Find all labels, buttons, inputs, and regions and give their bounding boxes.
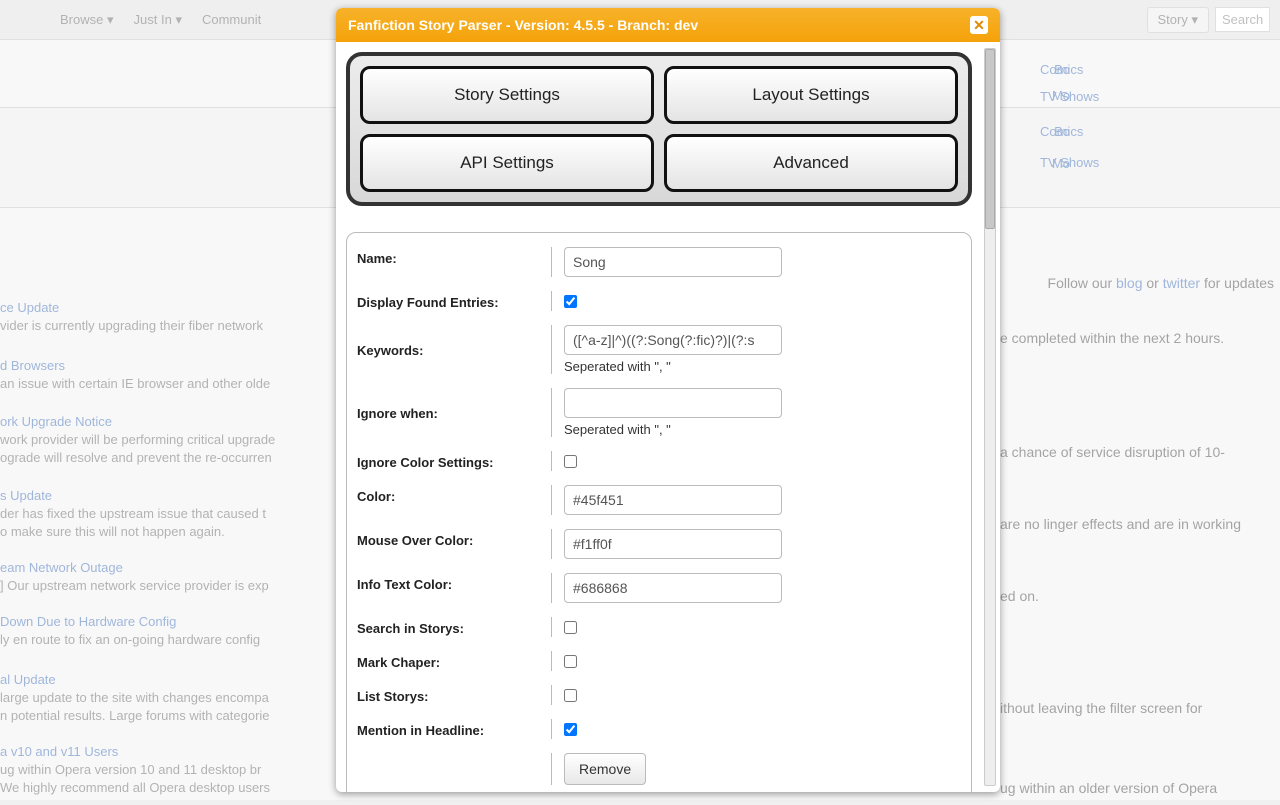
tab-panel: Story Settings Layout Settings API Setti… bbox=[346, 52, 972, 206]
ignore-when-input[interactable] bbox=[564, 388, 782, 418]
label-display-found: Display Found Entries: bbox=[357, 291, 547, 310]
modal-scrollbar[interactable] bbox=[984, 48, 996, 786]
display-found-checkbox[interactable] bbox=[564, 295, 577, 308]
name-input[interactable] bbox=[564, 247, 782, 277]
list-storys-checkbox[interactable] bbox=[564, 689, 577, 702]
scrollbar-thumb[interactable] bbox=[985, 49, 995, 229]
settings-modal: Fanfiction Story Parser - Version: 4.5.5… bbox=[336, 8, 1000, 792]
label-name: Name: bbox=[357, 247, 547, 266]
remove-button[interactable]: Remove bbox=[564, 753, 646, 785]
label-color: Color: bbox=[357, 485, 547, 504]
ignore-color-checkbox[interactable] bbox=[564, 455, 577, 468]
label-ignore-color: Ignore Color Settings: bbox=[357, 451, 547, 470]
ignore-when-hint: Seperated with ", " bbox=[564, 422, 961, 437]
label-mention-headline: Mention in Headline: bbox=[357, 719, 547, 738]
label-list-storys: List Storys: bbox=[357, 685, 547, 704]
tab-advanced[interactable]: Advanced bbox=[664, 134, 958, 192]
label-search-storys: Search in Storys: bbox=[357, 617, 547, 636]
label-mark-chapter: Mark Chaper: bbox=[357, 651, 547, 670]
tab-story-settings[interactable]: Story Settings bbox=[360, 66, 654, 124]
mention-headline-checkbox[interactable] bbox=[564, 723, 577, 736]
label-keywords: Keywords: bbox=[357, 325, 547, 358]
tab-layout-settings[interactable]: Layout Settings bbox=[664, 66, 958, 124]
settings-body: Name: Display Found Entries: Keywords: S… bbox=[346, 232, 972, 792]
mark-chapter-checkbox[interactable] bbox=[564, 655, 577, 668]
label-ignore-when: Ignore when: bbox=[357, 388, 547, 421]
close-icon[interactable]: ✕ bbox=[970, 16, 988, 34]
label-mouseover: Mouse Over Color: bbox=[357, 529, 547, 548]
modal-title-text: Fanfiction Story Parser - Version: 4.5.5… bbox=[348, 17, 698, 33]
search-storys-checkbox[interactable] bbox=[564, 621, 577, 634]
keywords-input[interactable] bbox=[564, 325, 782, 355]
keywords-hint: Seperated with ", " bbox=[564, 359, 961, 374]
infotext-color-input[interactable] bbox=[564, 573, 782, 603]
mouseover-color-input[interactable] bbox=[564, 529, 782, 559]
modal-titlebar: Fanfiction Story Parser - Version: 4.5.5… bbox=[336, 8, 1000, 42]
tab-api-settings[interactable]: API Settings bbox=[360, 134, 654, 192]
color-input[interactable] bbox=[564, 485, 782, 515]
label-infotext: Info Text Color: bbox=[357, 573, 547, 592]
